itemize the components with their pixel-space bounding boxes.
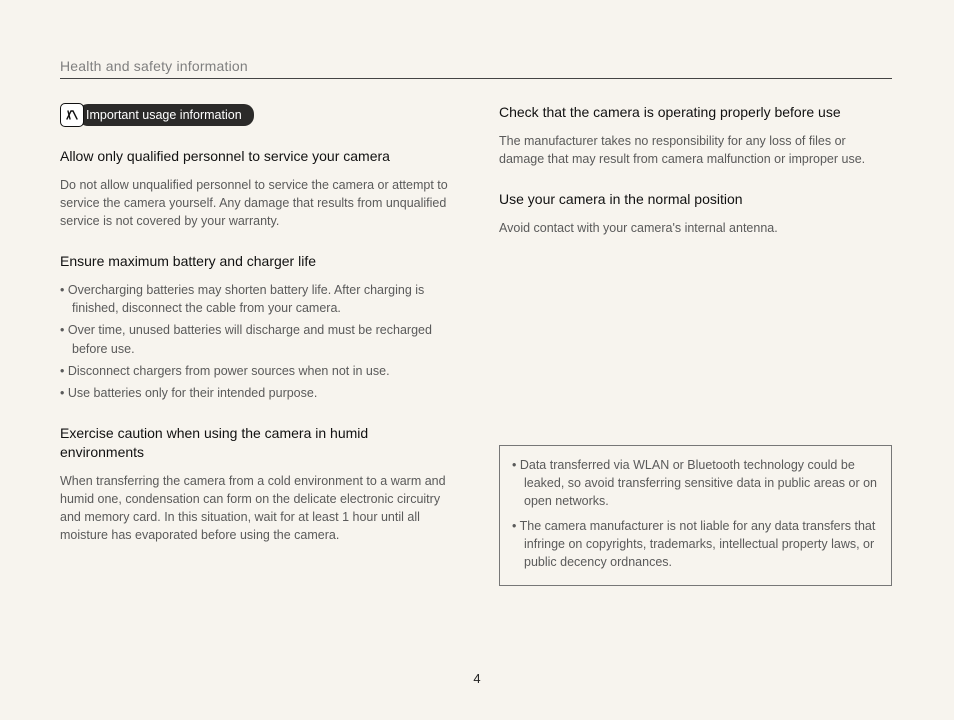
section-body: The manufacturer takes no responsibility… bbox=[499, 132, 892, 168]
page-header: Health and safety information bbox=[60, 58, 892, 79]
list-item: Disconnect chargers from power sources w… bbox=[60, 362, 453, 380]
list-item: Use batteries only for their intended pu… bbox=[60, 384, 453, 402]
left-column: Important usage information Allow only q… bbox=[60, 103, 453, 586]
section-body: When transferring the camera from a cold… bbox=[60, 472, 453, 545]
section-body: Do not allow unqualified personnel to se… bbox=[60, 176, 453, 230]
section-title: Exercise caution when using the camera i… bbox=[60, 424, 453, 462]
two-column-layout: Important usage information Allow only q… bbox=[60, 103, 892, 586]
info-badge: Important usage information bbox=[60, 103, 453, 127]
section-title: Check that the camera is operating prope… bbox=[499, 103, 892, 122]
manual-page: Health and safety information Important … bbox=[0, 0, 954, 720]
right-column: Check that the camera is operating prope… bbox=[499, 103, 892, 586]
page-number: 4 bbox=[0, 671, 954, 686]
list-item: Overcharging batteries may shorten batte… bbox=[60, 281, 453, 317]
bullet-list: Overcharging batteries may shorten batte… bbox=[60, 281, 453, 402]
note-icon bbox=[60, 103, 84, 127]
list-item: The camera manufacturer is not liable fo… bbox=[512, 517, 879, 571]
callout-box: Data transferred via WLAN or Bluetooth t… bbox=[499, 445, 892, 586]
section-body: Avoid contact with your camera's interna… bbox=[499, 219, 892, 237]
section-title: Use your camera in the normal position bbox=[499, 190, 892, 209]
list-item: Over time, unused batteries will dischar… bbox=[60, 321, 453, 357]
section-title: Allow only qualified personnel to servic… bbox=[60, 147, 453, 166]
info-badge-label: Important usage information bbox=[78, 104, 254, 126]
bullet-list: Data transferred via WLAN or Bluetooth t… bbox=[512, 456, 879, 571]
section-title: Ensure maximum battery and charger life bbox=[60, 252, 453, 271]
list-item: Data transferred via WLAN or Bluetooth t… bbox=[512, 456, 879, 510]
